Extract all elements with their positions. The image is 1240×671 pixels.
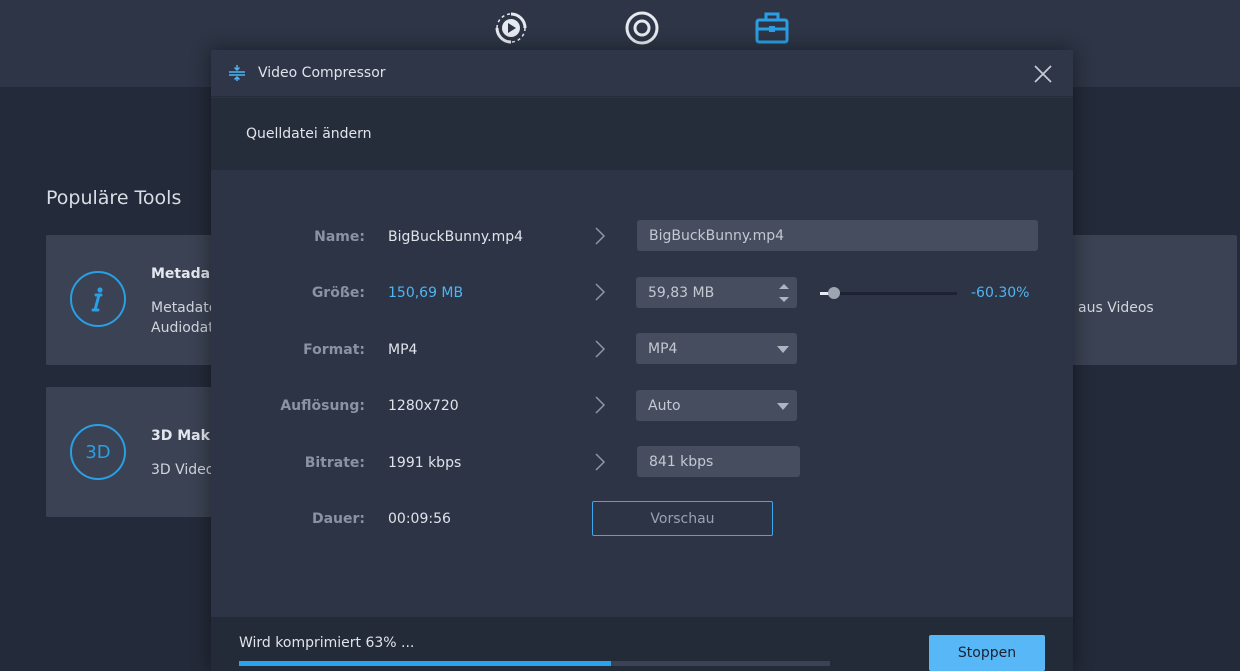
progress-bar-fill bbox=[239, 661, 612, 666]
bitrate-label: Bitrate: bbox=[304, 455, 365, 471]
bitrate-value: 1991 kbps bbox=[388, 455, 462, 471]
dropdown-arrow-icon bbox=[777, 403, 789, 410]
dialog-title: Video Compressor bbox=[258, 65, 386, 81]
tool-card-desc-line: Metadate bbox=[151, 300, 218, 316]
size-reduction-percent: -60.30% bbox=[971, 285, 1030, 301]
source-bar: Quelldatei ändern bbox=[211, 98, 1073, 170]
change-source-link[interactable]: Quelldatei ändern bbox=[246, 126, 372, 142]
toolbox-icon[interactable] bbox=[754, 10, 790, 46]
format-value: MP4 bbox=[388, 342, 418, 358]
progress-text: Wird komprimiert 63% ... bbox=[239, 635, 415, 651]
resolution-label: Auflösung: bbox=[280, 398, 365, 414]
spinner-arrows-icon[interactable] bbox=[778, 280, 790, 306]
name-value: BigBuckBunny.mp4 bbox=[388, 229, 524, 245]
resolution-value: 1280x720 bbox=[388, 398, 459, 414]
dropdown-arrow-icon bbox=[777, 346, 789, 353]
output-bitrate-field[interactable]: 841 kbps bbox=[637, 446, 800, 477]
video-compressor-dialog: Video Compressor Quelldatei ändern Name:… bbox=[211, 50, 1073, 671]
tool-card-3d-maker[interactable]: 3D 3D Mak 3D Video bbox=[46, 387, 226, 517]
size-value: 150,69 MB bbox=[388, 285, 464, 301]
tool-card-title: Metada bbox=[151, 266, 211, 282]
tool-card-right[interactable]: aus Videos bbox=[1060, 235, 1237, 365]
compress-icon bbox=[229, 65, 245, 81]
3d-icon: 3D bbox=[70, 424, 126, 480]
output-size-stepper[interactable]: 59,83 MB bbox=[636, 277, 797, 308]
section-title: Populäre Tools bbox=[46, 187, 182, 209]
tool-card-desc-line: Audiodat bbox=[151, 320, 214, 336]
size-slider-track[interactable] bbox=[820, 292, 957, 295]
chevron-right-icon bbox=[595, 227, 606, 245]
duration-label: Dauer: bbox=[311, 511, 365, 527]
output-format-select[interactable]: MP4 bbox=[636, 333, 797, 364]
name-label: Name: bbox=[314, 229, 365, 245]
stop-button[interactable]: Stoppen bbox=[929, 635, 1045, 671]
preview-button[interactable]: Vorschau bbox=[592, 501, 773, 536]
chevron-right-icon bbox=[595, 396, 606, 414]
tool-card-title: 3D Mak bbox=[151, 428, 210, 444]
disc-icon[interactable] bbox=[624, 10, 660, 46]
convert-icon[interactable] bbox=[493, 10, 529, 46]
progress-footer: Wird komprimiert 63% ... Stoppen bbox=[211, 617, 1073, 671]
chevron-right-icon bbox=[595, 453, 606, 471]
output-size-value: 59,83 MB bbox=[648, 284, 715, 301]
output-format-value: MP4 bbox=[648, 340, 678, 357]
size-slider-thumb[interactable] bbox=[828, 287, 840, 299]
format-label: Format: bbox=[303, 342, 365, 358]
close-icon[interactable] bbox=[1033, 64, 1053, 84]
info-icon bbox=[70, 271, 126, 327]
tool-card-desc-line: 3D Video bbox=[151, 462, 215, 478]
output-resolution-select[interactable]: Auto bbox=[636, 390, 797, 421]
size-label: Größe: bbox=[311, 285, 365, 301]
tool-card-desc-line: aus Videos bbox=[1078, 300, 1154, 316]
output-name-field[interactable]: BigBuckBunny.mp4 bbox=[637, 220, 1038, 251]
output-resolution-value: Auto bbox=[648, 397, 681, 414]
duration-value: 00:09:56 bbox=[388, 511, 451, 527]
dialog-header: Video Compressor bbox=[211, 50, 1073, 97]
progress-bar bbox=[239, 661, 830, 666]
chevron-right-icon bbox=[595, 340, 606, 358]
tool-card-metadata[interactable]: Metada Metadate Audiodat bbox=[46, 235, 226, 365]
chevron-right-icon bbox=[595, 283, 606, 301]
